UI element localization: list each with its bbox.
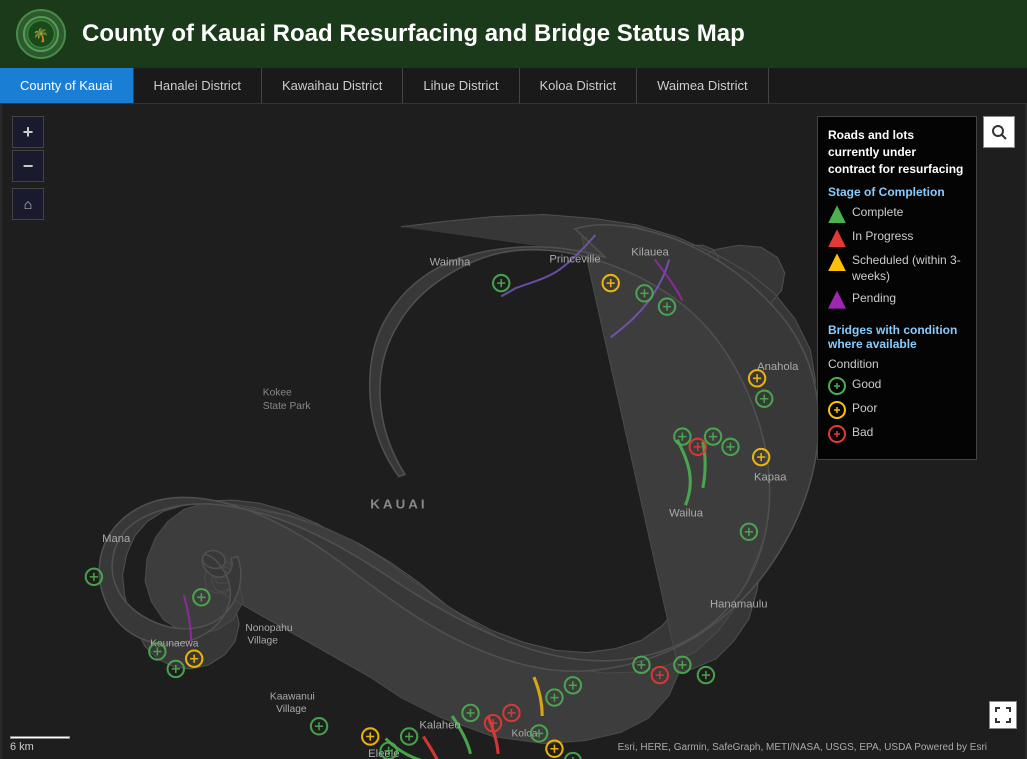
navbar-item-koloa-district[interactable]: Koloa District [520, 68, 638, 103]
navbar-item-lihue-district[interactable]: Lihue District [403, 68, 519, 103]
legend-condition-title: Condition [828, 357, 966, 371]
home-button[interactable]: ⌂ [12, 188, 44, 220]
legend-bad-label: Bad [852, 425, 873, 441]
legend-item-poor: Poor [828, 401, 966, 419]
pending-color-icon [828, 291, 846, 309]
complete-color-icon [828, 205, 846, 223]
legend-inprogress-label: In Progress [852, 229, 913, 245]
svg-text:Anahola: Anahola [757, 361, 799, 373]
search-button[interactable] [983, 116, 1015, 148]
legend-complete-label: Complete [852, 205, 903, 221]
navbar-item-county-of-kauai[interactable]: County of Kauai [0, 68, 134, 103]
fullscreen-button[interactable] [989, 701, 1017, 729]
zoom-out-button[interactable]: − [12, 150, 44, 182]
legend-scheduled-label: Scheduled (within 3-weeks) [852, 253, 966, 284]
attribution: Esri, HERE, Garmin, SafeGraph, METI/NASA… [618, 742, 987, 753]
scale-label: 6 km [10, 741, 34, 753]
bad-bridge-icon [828, 425, 846, 443]
page-title: County of Kauai Road Resurfacing and Bri… [82, 20, 745, 48]
svg-text:State Park: State Park [263, 401, 312, 412]
svg-text:Mana: Mana [102, 533, 131, 545]
scale-bar: 6 km [10, 736, 70, 753]
svg-text:Princeville: Princeville [549, 254, 600, 266]
svg-text:Kalaheo: Kalaheo [419, 719, 460, 731]
svg-text:Kapaa: Kapaa [754, 472, 787, 484]
svg-text:Kaawanui: Kaawanui [270, 692, 315, 703]
navbar-item-hanalei-district[interactable]: Hanalei District [134, 68, 262, 103]
svg-text:Village: Village [276, 704, 307, 715]
navbar-item-waimea-district[interactable]: Waimea District [637, 68, 769, 103]
navbar-item-kawaihau-district[interactable]: Kawaihau District [262, 68, 403, 103]
legend-panel: Roads and lots currently under contract … [817, 116, 977, 460]
svg-text:🌴: 🌴 [33, 27, 50, 43]
scale-line [10, 736, 70, 739]
svg-text:Kokee: Kokee [263, 388, 292, 399]
svg-text:Village: Village [247, 635, 278, 646]
map-controls: + − ⌂ [12, 116, 44, 220]
legend-item-bad: Bad [828, 425, 966, 443]
logo: 🌴 [16, 9, 66, 59]
navbar: County of KauaiHanalei DistrictKawaihau … [0, 68, 1027, 104]
svg-text:Nonopahu: Nonopahu [245, 623, 292, 634]
legend-item-complete: Complete [828, 205, 966, 223]
inprogress-color-icon [828, 229, 846, 247]
map-container: Waimha Princeville Kilauea Anahola Kokee… [0, 104, 1027, 759]
poor-bridge-icon [828, 401, 846, 419]
zoom-in-button[interactable]: + [12, 116, 44, 148]
scheduled-color-icon [828, 253, 846, 271]
svg-text:Waimha: Waimha [430, 257, 472, 269]
legend-good-label: Good [852, 377, 881, 393]
svg-text:KAUAI: KAUAI [370, 496, 427, 511]
header: 🌴 County of Kauai Road Resurfacing and B… [0, 0, 1027, 68]
svg-text:Kilauea: Kilauea [631, 246, 669, 258]
legend-poor-label: Poor [852, 401, 877, 417]
legend-item-good: Good [828, 377, 966, 395]
legend-item-inprogress: In Progress [828, 229, 966, 247]
good-bridge-icon [828, 377, 846, 395]
svg-text:Hanamaulu: Hanamaulu [710, 599, 768, 611]
legend-item-scheduled: Scheduled (within 3-weeks) [828, 253, 966, 284]
legend-stage-title: Stage of Completion [828, 185, 966, 199]
svg-text:Wailua: Wailua [669, 507, 704, 519]
legend-pending-label: Pending [852, 291, 896, 307]
svg-text:Koloa: Koloa [511, 728, 537, 739]
legend-item-pending: Pending [828, 291, 966, 309]
legend-bridges-title: Bridges with condition where available [828, 323, 966, 351]
legend-roads-title: Roads and lots currently under contract … [828, 127, 966, 177]
